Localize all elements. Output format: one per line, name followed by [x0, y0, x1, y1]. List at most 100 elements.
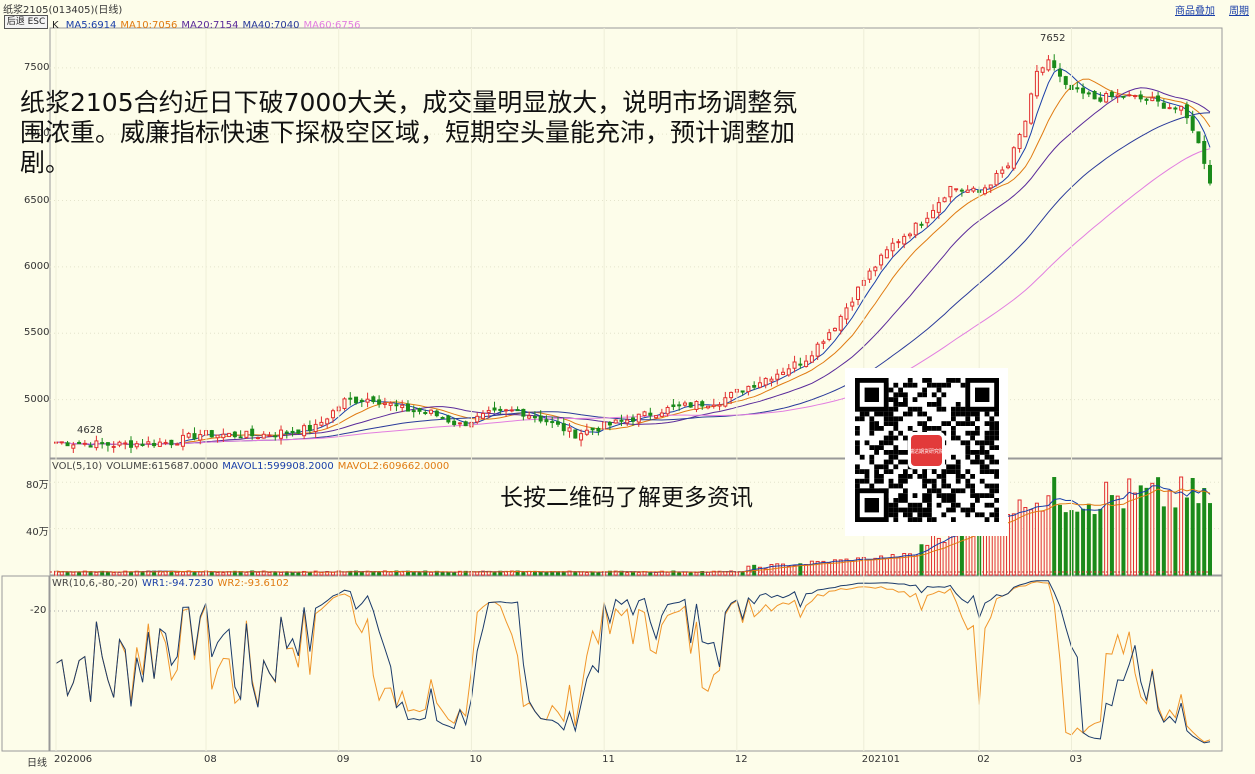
qr-module — [912, 469, 918, 474]
qr-module — [907, 517, 913, 522]
candle-body — [879, 254, 884, 266]
candle-body — [723, 397, 728, 407]
qr-module — [907, 382, 913, 388]
legend-entry: MA40:7040 — [242, 20, 300, 31]
candle-body — [475, 415, 480, 423]
qr-code-image: 瑞达期货研究院 — [855, 378, 999, 522]
qr-module — [946, 498, 951, 503]
volume-bar — [475, 571, 480, 576]
qr-module — [864, 440, 870, 446]
volume-bar — [1150, 482, 1155, 576]
volume-bar — [290, 572, 295, 576]
qr-module — [922, 478, 927, 484]
candle-body — [1086, 92, 1091, 95]
volume-bar — [1098, 508, 1103, 576]
candle-body — [619, 419, 624, 422]
qr-module — [859, 416, 865, 422]
candle-body — [504, 409, 509, 412]
qr-module — [855, 440, 860, 446]
volume-bar — [965, 534, 970, 576]
candle-body — [209, 430, 214, 438]
volume-bar — [1202, 488, 1207, 576]
candle-body — [532, 415, 537, 419]
candle-body — [832, 327, 837, 332]
qr-module — [936, 488, 942, 494]
qr-module — [936, 382, 942, 388]
qr-code[interactable]: 瑞达期货研究院 — [845, 368, 1008, 536]
qr-module — [970, 411, 975, 417]
qr-module — [994, 421, 999, 426]
qr-module — [951, 517, 956, 522]
qr-module — [951, 502, 956, 508]
volume-bar — [1115, 495, 1120, 576]
qr-module — [955, 378, 961, 383]
qr-module — [874, 445, 879, 450]
qr-module — [941, 483, 947, 489]
qr-module — [975, 416, 980, 422]
qr-module — [869, 445, 875, 450]
candle-body — [273, 435, 278, 438]
qr-module — [955, 474, 961, 479]
qr-module — [883, 469, 889, 474]
qr-module — [893, 454, 899, 460]
volume-bar — [786, 565, 791, 576]
candle-body — [1023, 120, 1028, 138]
volume-bar — [111, 572, 116, 576]
qr-module — [955, 435, 961, 441]
candle-body — [931, 209, 936, 219]
qr-module — [994, 469, 999, 474]
candle-body — [752, 385, 757, 388]
candle-body — [1138, 94, 1143, 100]
volume-bar — [371, 571, 376, 576]
candle-body — [769, 378, 774, 382]
qr-logo-text: 瑞达期货研究院 — [909, 448, 944, 455]
qr-module — [970, 488, 975, 494]
qr-module — [869, 426, 875, 431]
high-price-label: 7652 — [1040, 33, 1066, 44]
volume-bar — [255, 571, 260, 576]
qr-module — [984, 411, 990, 417]
qr-module — [931, 392, 937, 398]
volume-bar — [538, 571, 543, 576]
qr-module — [859, 478, 865, 484]
qr-module — [989, 416, 995, 422]
qr-module — [965, 512, 971, 518]
qr-module — [888, 440, 894, 446]
volume-bar — [94, 571, 99, 576]
volume-bar — [452, 571, 457, 576]
qr-module — [965, 421, 971, 426]
candle-body — [1127, 94, 1132, 97]
qr-module — [903, 498, 908, 503]
wr-side-frame — [1, 575, 50, 752]
qr-module — [965, 454, 971, 460]
qr-module — [970, 435, 975, 441]
candle-body — [394, 404, 399, 407]
candle-body — [423, 412, 428, 415]
volume-bar — [1034, 502, 1039, 576]
qr-module — [903, 493, 908, 498]
qr-module — [879, 445, 884, 450]
candle-body — [988, 184, 993, 189]
qr-module — [936, 502, 942, 508]
qr-module — [874, 421, 879, 426]
qr-module — [893, 421, 899, 426]
qr-module — [984, 469, 990, 474]
volume-bar — [1161, 506, 1166, 576]
legend-entry: WR2:-93.6102 — [217, 578, 289, 589]
candle-body — [1052, 60, 1057, 69]
qr-module — [922, 507, 927, 513]
qr-module — [907, 474, 913, 479]
qr-module — [979, 469, 985, 474]
qr-module — [907, 502, 913, 508]
volume-bar — [446, 572, 451, 576]
volume-bar — [1156, 477, 1161, 576]
volume-bar — [411, 572, 416, 576]
volume-bar — [319, 572, 324, 576]
qr-module — [859, 411, 865, 417]
qr-module — [965, 440, 971, 446]
qr-module — [965, 469, 971, 474]
candle-body — [313, 423, 318, 433]
qr-module — [931, 483, 937, 489]
volume-bar — [850, 561, 855, 576]
qr-module — [893, 464, 899, 470]
